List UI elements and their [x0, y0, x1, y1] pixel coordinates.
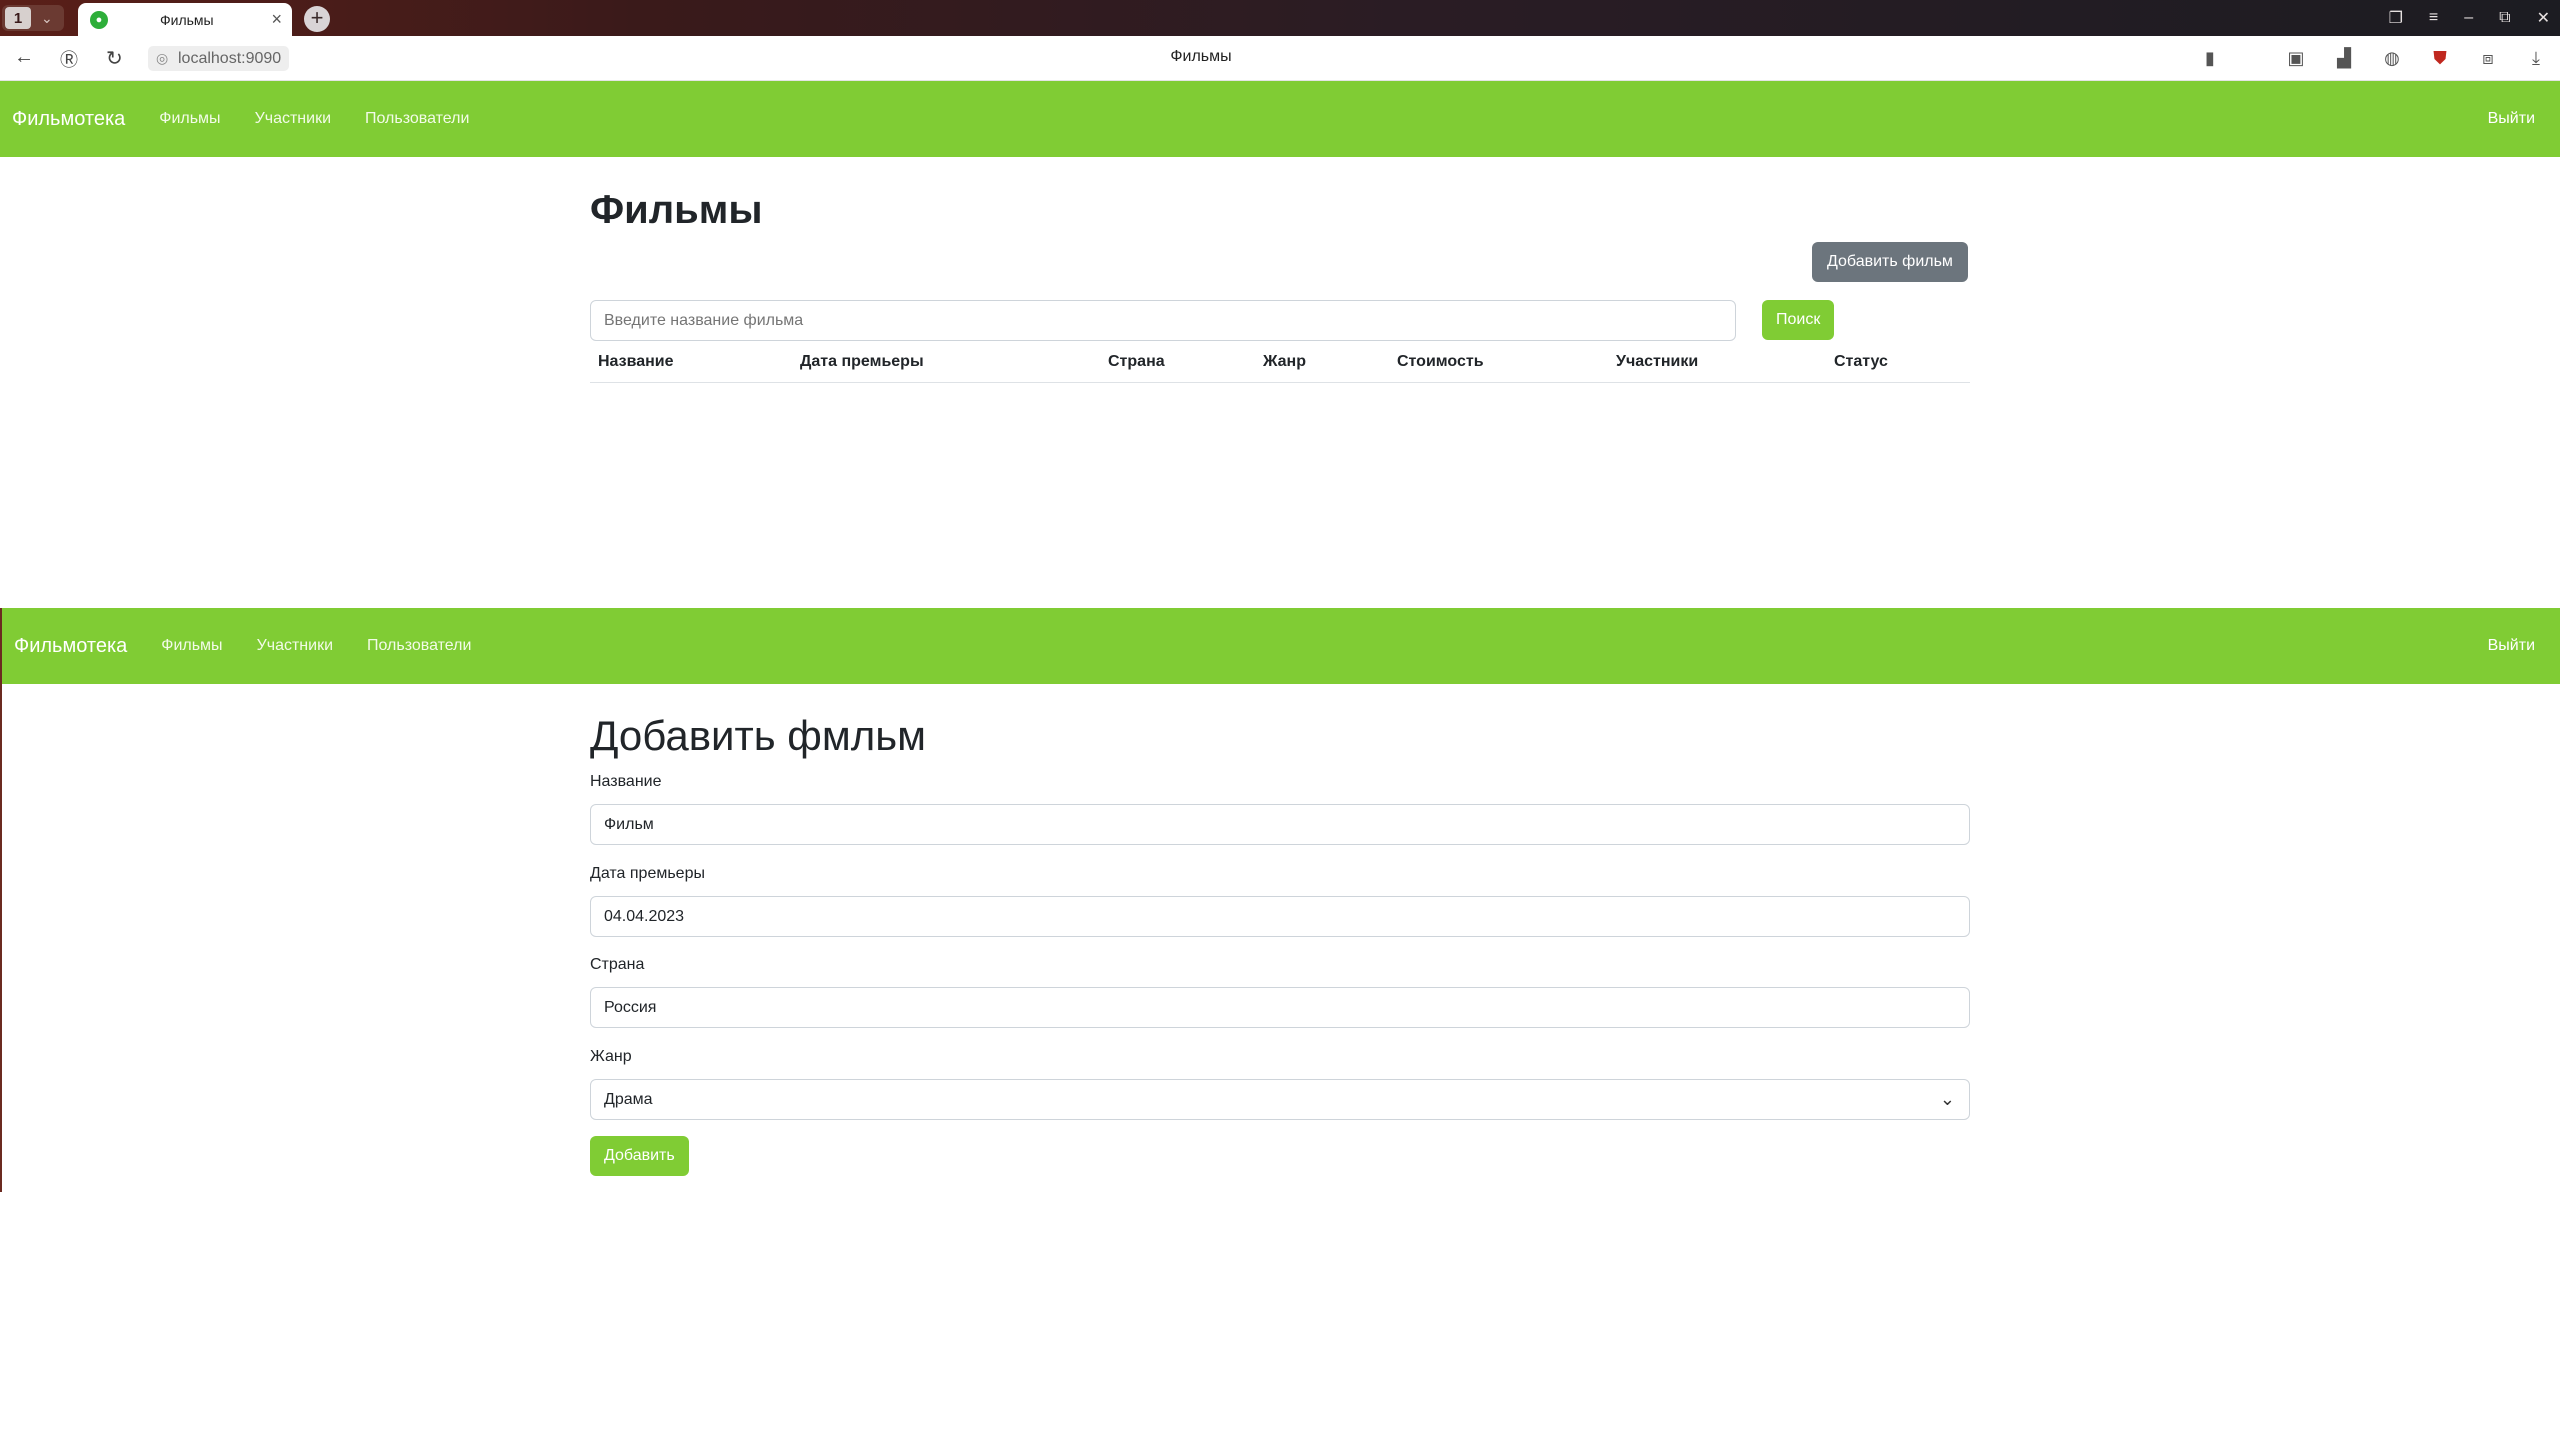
film-search-input[interactable] — [590, 300, 1736, 341]
brand-link[interactable]: Фильмотека — [12, 108, 125, 131]
column-header-country: Страна — [1108, 353, 1165, 370]
page-title: Фильмы — [590, 188, 763, 232]
extension-icon[interactable]: ⧈ — [2476, 46, 2500, 70]
minimize-icon[interactable]: – — [2464, 9, 2473, 27]
menu-icon[interactable]: ≡ — [2429, 9, 2438, 27]
chevron-down-icon: ⌄ — [41, 9, 53, 26]
submit-add-button[interactable]: Добавить — [590, 1136, 689, 1176]
add-film-title: Добавить фмльм — [590, 712, 926, 759]
app-navbar-add-page: Фильмотека Фильмы Участники Пользователи… — [0, 608, 2560, 684]
brand-link[interactable]: Фильмотека — [14, 635, 127, 658]
tab-counter-button[interactable]: 1 ⌄ — [2, 5, 64, 31]
nav-link-participants[interactable]: Участники — [255, 110, 331, 128]
browser-tab-title: Фильмы — [160, 11, 214, 28]
browser-tab-bar: 1 ⌄ ● Фильмы × + ❐ ≡ – ⧉ ✕ — [0, 0, 2560, 36]
nav-link-users[interactable]: Пользователи — [367, 637, 471, 655]
new-tab-button[interactable]: + — [304, 6, 330, 32]
column-header-premiere: Дата премьеры — [800, 353, 924, 370]
column-header-status: Статус — [1834, 353, 1888, 370]
label-genre: Жанр — [590, 1048, 632, 1065]
column-header-genre: Жанр — [1263, 353, 1306, 370]
restore-icon[interactable]: ⧉ — [2499, 9, 2510, 27]
nav-link-participants[interactable]: Участники — [257, 637, 333, 655]
globe-icon[interactable]: ◍ — [2380, 46, 2404, 70]
browser-tab-active[interactable]: ● Фильмы × — [78, 3, 292, 36]
separator — [2246, 46, 2260, 70]
window-controls: ❐ ≡ – ⧉ ✕ — [2389, 0, 2550, 36]
premiere-date-input[interactable]: 04.04.2023 — [590, 896, 1970, 937]
tab-count: 1 — [5, 7, 31, 29]
add-film-button[interactable]: Добавить фильм — [1812, 242, 1968, 282]
tab-stack-icon[interactable]: ❐ — [2389, 8, 2403, 28]
label-title: Название — [590, 773, 662, 790]
stats-icon[interactable]: ▟ — [2332, 46, 2356, 70]
genre-select-value: Драма — [604, 1091, 653, 1108]
chevron-down-icon: ⌄ — [1939, 1089, 1955, 1109]
logout-link[interactable]: Выйти — [2488, 110, 2535, 128]
adblock-icon[interactable]: ⛊ — [2428, 46, 2452, 70]
logout-link[interactable]: Выйти — [2488, 637, 2535, 655]
films-table-header: Название Дата премьеры Страна Жанр Стоим… — [590, 343, 1970, 383]
app-navbar: Фильмотека Фильмы Участники Пользователи… — [0, 81, 2560, 157]
nav-link-users[interactable]: Пользователи — [365, 110, 469, 128]
screenshot-icon[interactable]: ▣ — [2284, 46, 2308, 70]
column-header-cost: Стоимость — [1397, 353, 1484, 370]
nav-link-films[interactable]: Фильмы — [159, 110, 220, 128]
site-favicon-icon: ● — [90, 10, 108, 29]
country-input[interactable]: Россия — [590, 987, 1970, 1028]
nav-link-films[interactable]: Фильмы — [161, 637, 222, 655]
extensions-toolbar: ▮ ▣ ▟ ◍ ⛊ ⧈ ⤓ — [2198, 46, 2548, 70]
download-icon[interactable]: ⤓ — [2524, 46, 2548, 70]
search-button[interactable]: Поиск — [1762, 300, 1835, 340]
browser-address-bar: ← Ⓡ ↻ ◎ localhost:9090 Фильмы ▮ ▣ ▟ ◍ ⛊ … — [0, 36, 2560, 81]
close-tab-icon[interactable]: × — [271, 9, 282, 30]
column-header-participants: Участники — [1616, 353, 1699, 370]
close-window-icon[interactable]: ✕ — [2537, 8, 2550, 28]
title-input[interactable]: Фильм — [590, 804, 1970, 845]
genre-select[interactable]: Драма ⌄ — [590, 1079, 1970, 1120]
address-page-title: Фильмы — [1170, 48, 1232, 65]
label-country: Страна — [590, 956, 645, 973]
label-premiere-date: Дата премьеры — [590, 865, 705, 882]
window-edge — [0, 608, 2, 1192]
bookmark-icon[interactable]: ▮ — [2198, 46, 2222, 70]
column-header-title: Название — [598, 353, 674, 370]
